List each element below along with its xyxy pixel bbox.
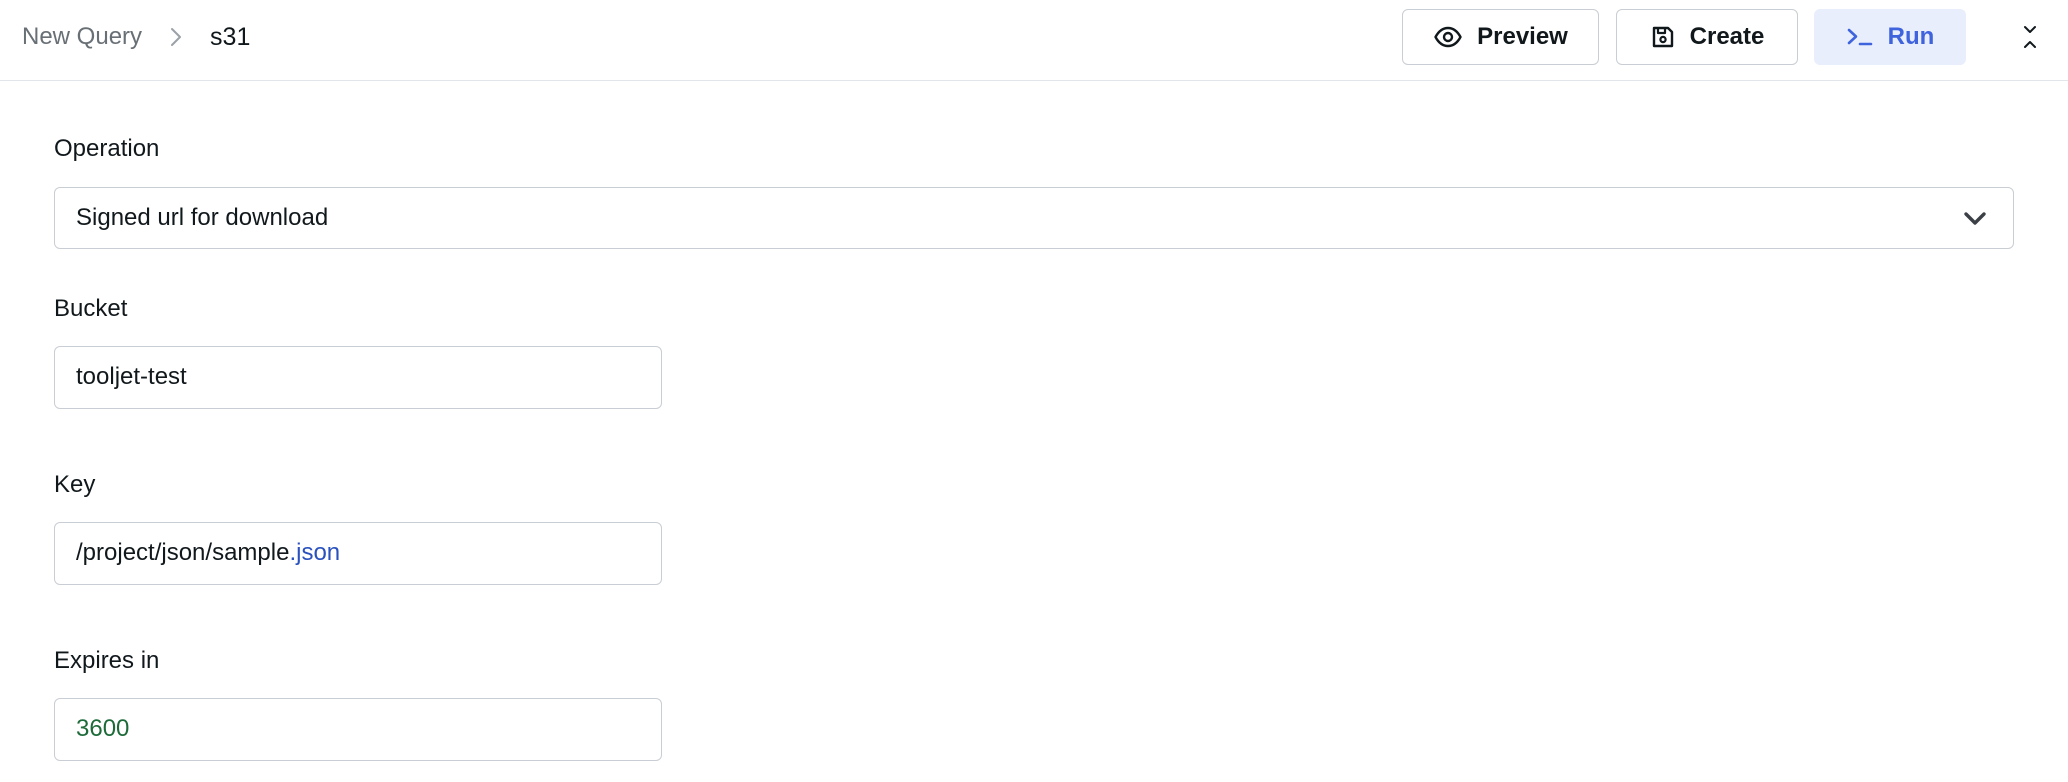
- run-button-label: Run: [1887, 23, 1935, 50]
- terminal-icon: [1846, 25, 1874, 49]
- query-name[interactable]: s31: [210, 23, 250, 52]
- operation-label: Operation: [54, 135, 160, 162]
- bucket-input-value: tooljet-test: [76, 363, 187, 390]
- eye-icon: [1433, 22, 1463, 52]
- expires-in-label: Expires in: [54, 647, 160, 674]
- bucket-label: Bucket: [54, 295, 128, 322]
- bucket-input[interactable]: tooljet-test: [54, 346, 662, 409]
- create-button[interactable]: Create: [1616, 9, 1798, 65]
- operation-select-value: Signed url for download: [76, 204, 329, 231]
- preview-button-label: Preview: [1477, 23, 1568, 50]
- preview-button[interactable]: Preview: [1402, 9, 1599, 65]
- key-label: Key: [54, 471, 96, 498]
- key-input[interactable]: /project/json/sample.json: [54, 522, 662, 585]
- expires-in-input-value: 3600: [76, 715, 130, 742]
- run-button[interactable]: Run: [1814, 9, 1966, 65]
- collapse-icon[interactable]: [2016, 20, 2044, 54]
- operation-select[interactable]: Signed url for download: [54, 187, 2014, 249]
- save-icon: [1650, 24, 1676, 50]
- query-header: New Query s31 Preview Create Run: [0, 0, 2068, 81]
- breadcrumb: New Query s31: [22, 0, 250, 74]
- chevron-down-icon: [1961, 204, 1989, 232]
- key-extension-token: .json: [289, 539, 341, 566]
- expires-in-input[interactable]: 3600: [54, 698, 662, 761]
- key-path-token: /project/json/sample: [76, 539, 290, 566]
- create-button-label: Create: [1689, 23, 1765, 50]
- key-input-value: /project/json/sample.json: [76, 523, 340, 583]
- breadcrumb-parent[interactable]: New Query: [22, 23, 142, 51]
- chevron-right-icon: [168, 25, 184, 49]
